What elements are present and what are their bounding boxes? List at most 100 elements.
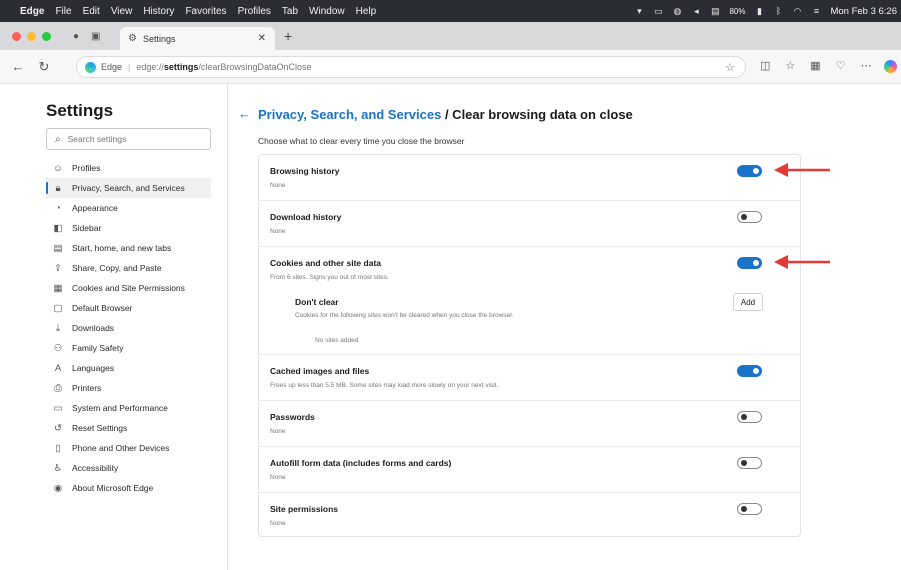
download-icon: ⤓ bbox=[55, 322, 61, 334]
menu-window[interactable]: Window bbox=[309, 6, 345, 17]
sidebar-item-label: System and Performance bbox=[72, 403, 168, 413]
toggle-download-history[interactable] bbox=[737, 211, 762, 223]
sidebar-item-accessibility[interactable]: ♿︎ Accessibility bbox=[46, 458, 211, 478]
menu-tab[interactable]: Tab bbox=[282, 6, 298, 17]
battery-percent[interactable]: 80% bbox=[729, 7, 745, 16]
tab-settings[interactable]: ⚙ Settings ✕ bbox=[120, 27, 275, 50]
setting-desc: Frees up less than 5.5 MB. Some sites ma… bbox=[270, 382, 499, 389]
menu-file[interactable]: File bbox=[55, 6, 71, 17]
sidebar-item-share-copy[interactable]: ⇪ Share, Copy, and Paste bbox=[46, 258, 211, 278]
collections-icon[interactable]: ▦ bbox=[810, 59, 820, 72]
setting-row-cached-images: Cached images and files Frees up less th… bbox=[259, 355, 800, 401]
add-site-button[interactable]: Add bbox=[733, 293, 763, 311]
phone-icon: ▯ bbox=[55, 442, 61, 454]
setting-title: Autofill form data (includes forms and c… bbox=[270, 458, 452, 468]
gear-icon: ⚙ bbox=[128, 33, 137, 44]
sidebar-item-family-safety[interactable]: ⚇ Family Safety bbox=[46, 338, 211, 358]
zoom-window-button[interactable] bbox=[42, 31, 51, 41]
status-area: ▾ ▭ ◍ ◂ ▤ 80% ▮ ᛒ ◠ ≡ Mon Feb 3 6:26 bbox=[634, 0, 897, 22]
tab-strip: ● ▣ ⚙ Settings ✕ + bbox=[0, 22, 901, 50]
sidebar-item-start-home[interactable]: ▤ Start, home, and new tabs bbox=[46, 238, 211, 258]
macos-menu-bar: Edge File Edit View History Favorites Pr… bbox=[0, 0, 901, 22]
sidebar-item-cookies[interactable]: ▦ Cookies and Site Permissions bbox=[46, 278, 211, 298]
sidebar-item-phone-devices[interactable]: ▯ Phone and Other Devices bbox=[46, 438, 211, 458]
search-icon: ⌕ bbox=[55, 133, 61, 145]
menu-view[interactable]: View bbox=[111, 6, 133, 17]
sidebar-item-printers[interactable]: ⎙ Printers bbox=[46, 378, 211, 398]
clear-on-close-card: Browsing history None Download history N… bbox=[258, 154, 801, 537]
new-tab-button[interactable]: + bbox=[284, 28, 292, 44]
sidebar-item-label: Share, Copy, and Paste bbox=[72, 263, 162, 273]
setting-row-autofill: Autofill form data (includes forms and c… bbox=[259, 447, 800, 493]
edge-icon: ◉ bbox=[53, 482, 63, 494]
refresh-icon[interactable]: ↻ bbox=[36, 59, 52, 75]
browser-essentials-icon[interactable]: ♡ bbox=[836, 59, 846, 72]
toggle-browsing-history[interactable] bbox=[737, 165, 762, 177]
menu-edit[interactable]: Edit bbox=[83, 6, 100, 17]
minimize-window-button[interactable] bbox=[27, 31, 36, 41]
battery-icon[interactable]: ▮ bbox=[754, 6, 764, 16]
address-bar[interactable]: Edge | edge://settings/clearBrowsingData… bbox=[76, 56, 746, 78]
split-screen-icon[interactable]: ◫ bbox=[760, 59, 770, 72]
back-arrow-icon[interactable]: ← bbox=[10, 59, 26, 74]
printer-icon: ⎙ bbox=[54, 382, 62, 394]
wifi-icon[interactable]: ◠ bbox=[792, 6, 802, 16]
toggle-autofill[interactable] bbox=[737, 457, 762, 469]
toggle-cached-images[interactable] bbox=[737, 365, 762, 377]
sidebar-item-label: Languages bbox=[72, 363, 115, 373]
browser-toolbar: ← ↻ Edge | edge://settings/clearBrowsing… bbox=[0, 50, 901, 84]
screen-icon[interactable]: ▭ bbox=[653, 6, 663, 16]
sidebar-item-sidebar[interactable]: ◧ Sidebar bbox=[46, 218, 211, 238]
toggle-cookies[interactable] bbox=[737, 257, 762, 269]
sidebar-item-default-browser[interactable]: ▢ Default Browser bbox=[46, 298, 211, 318]
more-options-icon[interactable]: ⋯ bbox=[861, 59, 872, 72]
toggle-site-permissions[interactable] bbox=[737, 503, 762, 515]
setting-row-browsing-history: Browsing history None bbox=[259, 155, 800, 201]
close-window-button[interactable] bbox=[12, 31, 21, 41]
setting-title: Passwords bbox=[270, 412, 315, 422]
setting-desc: From 6 sites. Signs you out of most site… bbox=[270, 274, 389, 281]
profile-icon[interactable]: ● bbox=[73, 31, 79, 42]
setting-title: Browsing history bbox=[270, 166, 340, 176]
mic-icon[interactable]: ◍ bbox=[672, 6, 682, 16]
breadcrumb-link[interactable]: Privacy, Search, and Services bbox=[258, 107, 441, 122]
sidebar-item-languages[interactable]: A Languages bbox=[46, 358, 211, 378]
tab-actions-icon[interactable]: ▣ bbox=[91, 31, 100, 42]
sidebar-item-appearance[interactable]: ◔ Appearance bbox=[46, 198, 211, 218]
menu-help[interactable]: Help bbox=[356, 6, 377, 17]
menu-favorites[interactable]: Favorites bbox=[185, 6, 226, 17]
sidebar-item-profiles[interactable]: ☺ Profiles bbox=[46, 158, 211, 178]
setting-desc: None bbox=[270, 520, 286, 527]
close-icon[interactable]: ✕ bbox=[258, 33, 266, 44]
share-icon: ⇪ bbox=[54, 262, 62, 274]
volume-icon[interactable]: ◂ bbox=[691, 6, 701, 16]
sidebar-item-reset[interactable]: ↺ Reset Settings bbox=[46, 418, 211, 438]
copilot-icon[interactable] bbox=[884, 60, 897, 73]
pin-icon[interactable]: ▾ bbox=[634, 6, 644, 16]
control-center-icon[interactable]: ≡ bbox=[811, 6, 821, 16]
menu-profiles[interactable]: Profiles bbox=[238, 6, 271, 17]
menu-app-name[interactable]: Edge bbox=[20, 6, 44, 17]
accessibility-icon: ♿︎ bbox=[53, 462, 63, 474]
page-title: Privacy, Search, and Services / Clear br… bbox=[258, 107, 633, 122]
display-icon[interactable]: ▤ bbox=[710, 6, 720, 16]
toggle-passwords[interactable] bbox=[737, 411, 762, 423]
setting-desc: None bbox=[270, 182, 286, 189]
settings-title: Settings bbox=[46, 101, 114, 120]
sidebar-item-system[interactable]: ▭ System and Performance bbox=[46, 398, 211, 418]
menubar-clock[interactable]: Mon Feb 3 6:26 bbox=[830, 6, 897, 17]
favorite-star-icon[interactable]: ☆ bbox=[725, 61, 735, 74]
search-input[interactable]: ⌕ Search settings bbox=[46, 128, 211, 150]
search-placeholder: Search settings bbox=[67, 134, 127, 144]
sidebar-item-downloads[interactable]: ⤓ Downloads bbox=[46, 318, 211, 338]
favorites-icon[interactable]: ☆ bbox=[785, 59, 795, 72]
menu-history[interactable]: History bbox=[143, 6, 174, 17]
back-arrow-icon[interactable]: ← bbox=[238, 106, 251, 121]
page-subtitle: Choose what to clear every time you clos… bbox=[258, 136, 465, 146]
profiles-icon: ☺ bbox=[53, 162, 63, 174]
bluetooth-icon[interactable]: ᛒ bbox=[773, 6, 783, 16]
laptop-icon: ▭ bbox=[53, 402, 63, 414]
sidebar-item-label: Start, home, and new tabs bbox=[72, 243, 172, 253]
sidebar-item-privacy[interactable]: 🔒︎ Privacy, Search, and Services bbox=[46, 178, 211, 198]
sidebar-item-about[interactable]: ◉ About Microsoft Edge bbox=[46, 478, 211, 498]
